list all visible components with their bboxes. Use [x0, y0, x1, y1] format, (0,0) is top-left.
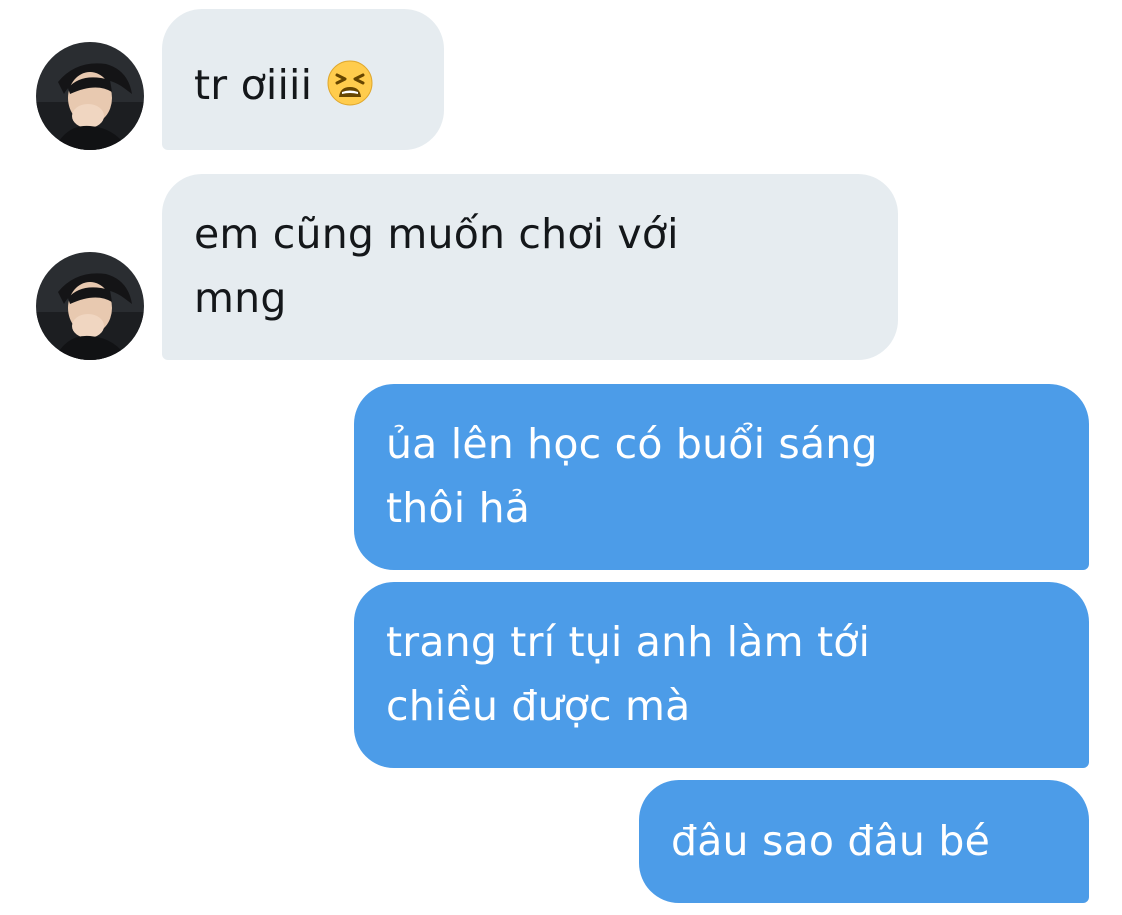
avatar-photo	[36, 42, 144, 150]
avatar-photo	[36, 252, 144, 360]
message-bubble-incoming[interactable]: em cũng muốn chơi với mng	[162, 174, 898, 360]
sender-avatar[interactable]	[36, 252, 144, 360]
message-bubble-outgoing[interactable]: đâu sao đâu bé	[639, 780, 1089, 903]
message-text: trang trí tụi anh làm tới	[386, 618, 871, 666]
message-text: em cũng muốn chơi với	[194, 210, 679, 258]
sender-avatar[interactable]	[36, 42, 144, 150]
message-bubble-outgoing[interactable]: ủa lên học có buổi sáng thôi hả	[354, 384, 1089, 570]
message-text: tr ơiiii	[194, 61, 313, 109]
message-text: thôi hả	[386, 484, 531, 532]
message-bubble-incoming[interactable]: tr ơiiii	[162, 9, 444, 150]
message-text: đâu sao đâu bé	[671, 817, 990, 865]
message-bubble-outgoing[interactable]: trang trí tụi anh làm tới chiều được mà	[354, 582, 1089, 768]
tired-face-emoji-icon	[326, 59, 374, 125]
message-text: mng	[194, 274, 287, 322]
message-text: chiều được mà	[386, 682, 691, 730]
message-text: ủa lên học có buổi sáng	[386, 420, 878, 468]
